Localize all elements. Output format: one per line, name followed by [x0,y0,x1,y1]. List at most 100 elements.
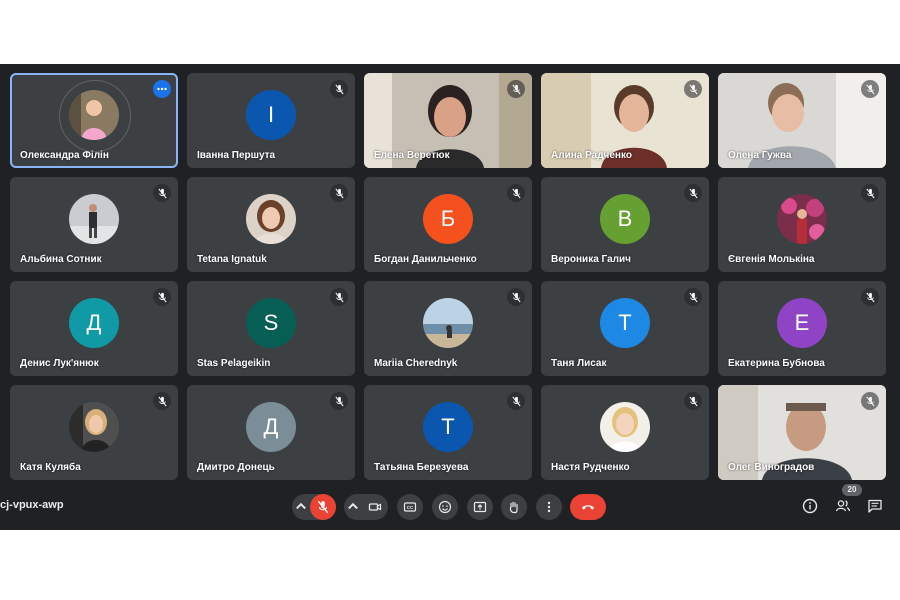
people-icon[interactable] [832,495,854,517]
mic-off-icon [330,288,348,306]
avatar: Е [777,297,827,348]
participant-tile[interactable]: В Вероника Галич [541,177,709,272]
participant-name: Алина Радченко [551,150,632,161]
captions-icon[interactable]: CC [397,494,423,520]
participant-name: Богдан Данильченко [374,254,477,265]
avatar [777,193,827,244]
participant-tile[interactable]: Олександра Філін [10,73,178,168]
avatar-letter: Д [86,309,102,335]
participant-name: Дмитро Донець [197,462,275,473]
raise-hand-icon[interactable] [501,494,527,520]
participant-tile[interactable]: Mariia Cherednyk [364,281,532,376]
participant-tile[interactable]: Олег Виноградов [718,385,886,480]
participant-name: Денис Лук'янюк [20,358,99,369]
chat-icon[interactable] [864,495,886,517]
participant-name: Татьяна Березуева [374,462,469,473]
participant-name: Tetana Ignatuk [197,254,267,265]
participant-tile[interactable]: Олена Гужва [718,73,886,168]
mic-off-icon [507,288,525,306]
avatar: Д [69,297,119,348]
mic-off-icon [153,392,171,410]
participant-name: Настя Рудченко [551,462,630,473]
mic-off-icon [507,392,525,410]
avatar: Т [600,297,650,348]
participant-name: Альбина Сотник [20,254,102,265]
participant-name: Катя Куляба [20,462,81,473]
participant-tile[interactable]: Т Татьяна Березуева [364,385,532,480]
avatar [69,193,119,244]
mic-off-icon [861,184,879,202]
avatar: І [246,89,296,140]
participant-name: Олена Гужва [728,150,792,161]
participant-tile[interactable]: S Stas Pelageikin [187,281,355,376]
participant-tile[interactable]: І Іванна Першута [187,73,355,168]
avatar [69,89,119,140]
participant-name: Вероника Галич [551,254,631,265]
mic-off-icon [507,184,525,202]
avatar-letter: Т [441,413,455,439]
participant-tile[interactable]: Альбина Сотник [10,177,178,272]
participant-name: Євгенія Молькіна [728,254,815,265]
avatar: Д [246,401,296,452]
mic-off-icon [861,288,879,306]
present-icon[interactable] [467,494,493,520]
avatar [246,193,296,244]
participant-tile[interactable]: Б Богдан Данильченко [364,177,532,272]
avatar-letter: Б [440,205,456,231]
mic-off-icon [330,80,348,98]
avatar-letter: І [267,101,275,127]
mic-off-icon [684,80,702,98]
svg-text:CC: CC [407,505,414,510]
screenshot-frame: Олександра Філін І Іванна Першута Елена … [0,0,900,600]
participant-tile[interactable]: Елена Веретюк [364,73,532,168]
participant-name: Олександра Філін [20,150,109,161]
mic-off-icon [507,80,525,98]
avatar [600,401,650,452]
participant-tile[interactable]: Е Екатерина Бубнова [718,281,886,376]
mic-off-icon [861,80,879,98]
info-icon[interactable] [799,495,821,517]
participant-tile[interactable]: Євгенія Молькіна [718,177,886,272]
mic-off-icon [330,392,348,410]
phone-hangup-icon [581,505,595,510]
emoji-icon[interactable] [432,494,458,520]
mic-off-icon [684,184,702,202]
mic-off-icon [684,288,702,306]
participant-tile[interactable]: Tetana Ignatuk [187,177,355,272]
avatar: В [600,193,650,244]
avatar-letter: Д [263,413,279,439]
more-options-icon[interactable] [536,494,562,520]
more-options-icon[interactable] [153,80,171,98]
participant-tile[interactable]: Катя Куляба [10,385,178,480]
avatar-letter: В [617,205,633,231]
mic-off-icon [330,184,348,202]
mic-off-icon [861,392,879,410]
avatar-letter: Е [794,309,810,335]
mic-off-icon [153,288,171,306]
avatar-letter: S [263,309,279,335]
camera-icon[interactable] [362,494,388,520]
avatar: S [246,297,296,348]
participant-tile[interactable]: Д Денис Лук'янюк [10,281,178,376]
participant-tile[interactable]: Д Дмитро Донець [187,385,355,480]
avatar [69,401,119,452]
control-bar: cj-vpux-awp CC 20 [0,482,900,530]
microphone-control[interactable] [292,494,336,520]
participant-name: Mariia Cherednyk [374,358,458,369]
mic-off-icon [684,392,702,410]
mic-off-icon[interactable] [310,494,336,520]
chevron-up-icon[interactable] [292,494,310,520]
participant-name: Елена Веретюк [374,150,450,161]
camera-control[interactable] [344,494,388,520]
participant-tile[interactable]: Т Таня Лисак [541,281,709,376]
chevron-up-icon[interactable] [344,494,362,520]
participant-tile[interactable]: Настя Рудченко [541,385,709,480]
participant-name: Таня Лисак [551,358,607,369]
participant-name: Олег Виноградов [728,462,815,473]
hang-up-button[interactable] [570,494,606,520]
participant-name: Іванна Першута [197,150,276,161]
participant-grid: Олександра Філін І Іванна Першута Елена … [10,73,890,480]
meeting-code: cj-vpux-awp [0,499,64,511]
participant-tile[interactable]: Алина Радченко [541,73,709,168]
participant-name: Stas Pelageikin [197,358,271,369]
